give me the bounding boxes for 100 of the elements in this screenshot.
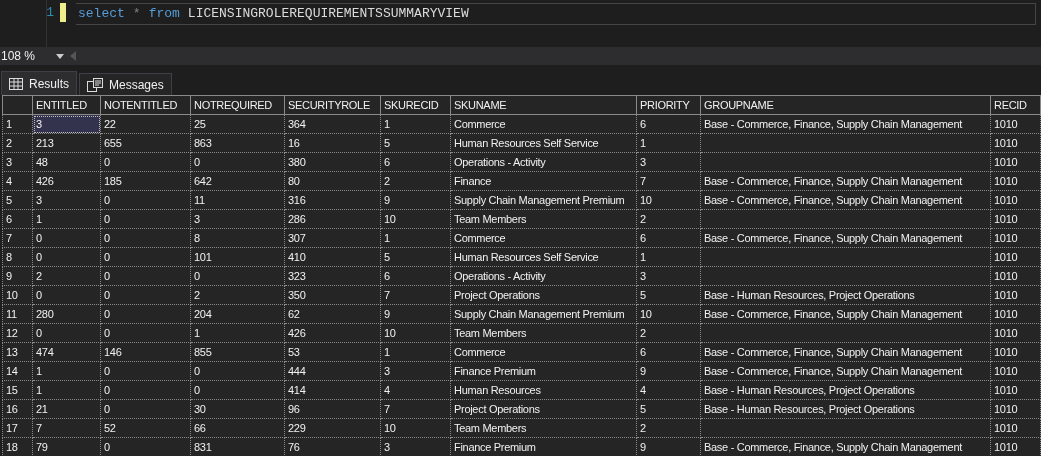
table-cell: 1010 bbox=[990, 323, 1041, 343]
table-cell: 22 bbox=[100, 114, 191, 134]
table-cell: 5 bbox=[380, 247, 451, 267]
results-tab[interactable]: Results bbox=[1, 71, 77, 95]
table-cell: 1010 bbox=[990, 418, 1041, 438]
table-cell: 0 bbox=[190, 152, 285, 172]
row-number[interactable]: 15 bbox=[2, 380, 33, 400]
table-cell: 6 bbox=[380, 152, 451, 172]
column-header[interactable]: PRIORITY bbox=[636, 95, 701, 115]
results-tab[interactable]: Messages bbox=[79, 73, 172, 95]
column-header[interactable]: GROUPNAME bbox=[700, 95, 991, 115]
column-header[interactable]: RECID bbox=[990, 95, 1041, 115]
table-cell: 642 bbox=[190, 171, 285, 191]
row-number[interactable]: 16 bbox=[2, 399, 33, 419]
table-cell: Base - Human Resources, Project Operations bbox=[700, 285, 991, 305]
table-cell: Base - Human Resources, Project Operations bbox=[700, 380, 991, 400]
table-cell: 3 bbox=[380, 361, 451, 381]
table-cell: 6 bbox=[636, 342, 701, 362]
caret-icon[interactable] bbox=[56, 53, 64, 59]
row-number[interactable]: 18 bbox=[2, 437, 33, 456]
table-cell: 2 bbox=[32, 266, 101, 286]
table-cell: 1010 bbox=[990, 228, 1041, 248]
table-cell: 1010 bbox=[990, 190, 1041, 210]
row-number[interactable]: 17 bbox=[2, 418, 33, 438]
table-cell: 62 bbox=[284, 304, 381, 324]
row-number[interactable]: 13 bbox=[2, 342, 33, 362]
table-cell: 0 bbox=[100, 266, 191, 286]
table-cell: 1010 bbox=[990, 399, 1041, 419]
table-cell: 350 bbox=[284, 285, 381, 305]
row-number[interactable]: 6 bbox=[2, 209, 33, 229]
row-number[interactable]: 1 bbox=[2, 114, 33, 134]
table-cell: 213 bbox=[32, 133, 101, 153]
table-cell: Human Resources Self Service bbox=[450, 247, 637, 267]
row-number[interactable]: 9 bbox=[2, 266, 33, 286]
table-cell: 5 bbox=[636, 285, 701, 305]
table-cell: 25 bbox=[190, 114, 285, 134]
table-cell: 5 bbox=[636, 399, 701, 419]
table-cell: Base - Commerce, Finance, Supply Chain Management bbox=[700, 361, 991, 381]
row-number[interactable]: 2 bbox=[2, 133, 33, 153]
code-line[interactable]: select * from LICENSINGROLEREQUIREMENTSSUMMARYVIEW bbox=[76, 3, 1036, 25]
table-cell: Team Members bbox=[450, 418, 637, 438]
table-cell: Commerce bbox=[450, 114, 637, 134]
table-cell: 6 bbox=[636, 228, 701, 248]
table-cell: 0 bbox=[100, 190, 191, 210]
row-number[interactable]: 14 bbox=[2, 361, 33, 381]
table-cell: 1010 bbox=[990, 342, 1041, 362]
table-cell: 474 bbox=[32, 342, 101, 362]
row-number[interactable]: 11 bbox=[2, 304, 33, 324]
column-header[interactable]: SECURITYROLE bbox=[284, 95, 381, 115]
row-number[interactable]: 5 bbox=[2, 190, 33, 210]
row-number[interactable]: 12 bbox=[2, 323, 33, 343]
table-cell: Base - Commerce, Finance, Supply Chain Management bbox=[700, 190, 991, 210]
document-icon bbox=[87, 77, 103, 92]
table-cell: 2 bbox=[636, 323, 701, 343]
table-cell: 426 bbox=[284, 323, 381, 343]
column-header[interactable]: NOTENTITLED bbox=[100, 95, 191, 115]
table-cell: 410 bbox=[284, 247, 381, 267]
table-cell: Supply Chain Management Premium bbox=[450, 190, 637, 210]
table-cell: 0 bbox=[100, 304, 191, 324]
table-cell: Project Operations bbox=[450, 399, 637, 419]
table-cell: 1010 bbox=[990, 266, 1041, 286]
table-cell: 7 bbox=[636, 171, 701, 191]
row-number[interactable]: 10 bbox=[2, 285, 33, 305]
table-cell: Base - Commerce, Finance, Supply Chain Management bbox=[700, 114, 991, 134]
table-cell: 1 bbox=[32, 380, 101, 400]
table-cell: Commerce bbox=[450, 342, 637, 362]
table-cell: 0 bbox=[190, 266, 285, 286]
table-cell: 0 bbox=[190, 361, 285, 381]
column-header[interactable]: NOTREQUIRED bbox=[190, 95, 285, 115]
column-header[interactable]: SKURECID bbox=[380, 95, 451, 115]
zoom-level[interactable]: 108 % bbox=[0, 47, 56, 65]
table-cell: Finance bbox=[450, 171, 637, 191]
row-number[interactable]: 4 bbox=[2, 171, 33, 191]
table-cell: 1010 bbox=[990, 114, 1041, 134]
table-cell: 9 bbox=[380, 190, 451, 210]
table-cell: Operations - Activity bbox=[450, 266, 637, 286]
row-number[interactable]: 8 bbox=[2, 247, 33, 267]
table-cell: 1 bbox=[190, 323, 285, 343]
table-cell: 0 bbox=[100, 380, 191, 400]
table-cell: 1 bbox=[636, 133, 701, 153]
table-cell: 0 bbox=[100, 323, 191, 343]
column-header[interactable]: SKUNAME bbox=[450, 95, 637, 115]
row-number[interactable]: 3 bbox=[2, 152, 33, 172]
table-cell: Base - Commerce, Finance, Supply Chain Management bbox=[700, 304, 991, 324]
table-cell: 6 bbox=[380, 266, 451, 286]
table-cell: 1010 bbox=[990, 152, 1041, 172]
table-cell: 80 bbox=[284, 171, 381, 191]
table-cell: 96 bbox=[284, 399, 381, 419]
table-cell: 9 bbox=[636, 361, 701, 381]
table-cell: Base - Commerce, Finance, Supply Chain Management bbox=[700, 342, 991, 362]
table-cell: 53 bbox=[284, 342, 381, 362]
row-number[interactable]: 7 bbox=[2, 228, 33, 248]
table-cell: 7 bbox=[380, 285, 451, 305]
grid-icon bbox=[9, 77, 23, 90]
table-cell: 1010 bbox=[990, 380, 1041, 400]
table-cell: 1 bbox=[32, 361, 101, 381]
table-cell: 1010 bbox=[990, 361, 1041, 381]
table-cell: 1010 bbox=[990, 304, 1041, 324]
table-cell: 855 bbox=[190, 342, 285, 362]
column-header[interactable]: ENTITLED bbox=[32, 95, 101, 115]
